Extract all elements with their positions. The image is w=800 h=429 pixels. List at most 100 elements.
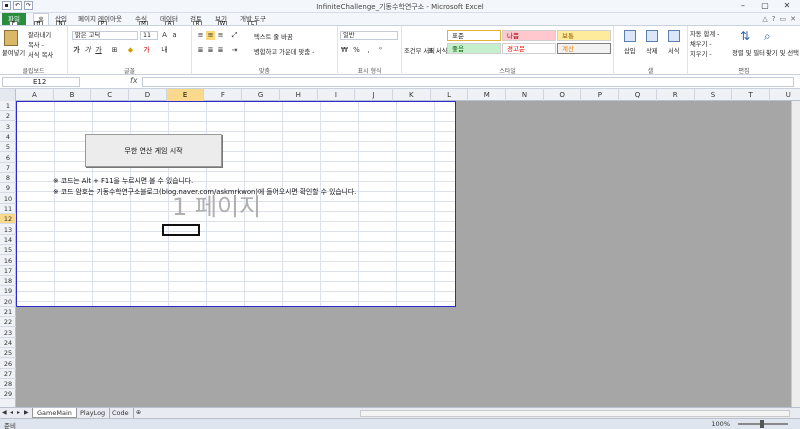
column-header-m[interactable]: M [468, 89, 507, 101]
row-header-7[interactable]: 7 [0, 163, 16, 173]
sheet-tab-gamemain[interactable]: GameMain [32, 408, 77, 418]
font-size-select[interactable]: 11 [140, 31, 158, 40]
select-all-corner[interactable] [0, 89, 16, 101]
align-right-icon[interactable]: ≣ [216, 46, 225, 55]
bold-icon[interactable]: 가 [72, 46, 81, 55]
row-header-25[interactable]: 25 [0, 348, 16, 359]
format-painter-button[interactable]: 서식 복사 [28, 50, 53, 59]
find-select-button[interactable]: 찾기 및 선택 - [766, 48, 800, 57]
paste-icon[interactable] [4, 30, 18, 46]
grow-font-icon[interactable]: A [160, 31, 169, 40]
align-top-icon[interactable]: ≡ [196, 31, 205, 40]
maximize-icon[interactable]: ▢ [754, 0, 776, 12]
column-header-a[interactable]: A [16, 89, 54, 101]
next-sheet-icon[interactable]: ▸ [17, 409, 20, 416]
number-format-select[interactable]: 일반 [340, 31, 398, 40]
row-header-21[interactable]: 21 [0, 307, 16, 317]
merge-center-button[interactable]: 병합하고 가운데 맞춤 - [254, 47, 314, 56]
column-header-h[interactable]: H [280, 89, 318, 101]
column-header-k[interactable]: K [393, 89, 431, 101]
close-icon[interactable]: ✕ [776, 0, 798, 12]
ribbon-restore-icon[interactable]: ▭ [780, 15, 787, 23]
column-header-t[interactable]: T [732, 89, 770, 101]
border-icon[interactable]: ⊞ [110, 46, 119, 55]
row-header-9[interactable]: 9 [0, 183, 16, 194]
column-header-s[interactable]: S [695, 89, 733, 101]
align-bottom-icon[interactable]: ≡ [216, 31, 225, 40]
row-header-19[interactable]: 19 [0, 286, 16, 297]
indent-icon[interactable]: ⇥ [230, 46, 239, 55]
row-header-6[interactable]: 6 [0, 153, 16, 163]
first-sheet-icon[interactable]: ◀ [2, 409, 7, 416]
formula-input[interactable] [142, 77, 794, 87]
row-header-16[interactable]: 16 [0, 256, 16, 266]
print-area[interactable]: 무한 연산 게임 시작 ※ 코드는 Alt + F11을 누르시면 볼 수 있습… [16, 101, 456, 307]
column-header-l[interactable]: L [431, 89, 469, 101]
row-header-1[interactable]: 1 [0, 101, 16, 111]
column-header-u[interactable]: U [770, 89, 800, 101]
minimize-icon[interactable]: – [732, 0, 754, 12]
row-header-22[interactable]: 22 [0, 317, 16, 328]
column-header-n[interactable]: N [506, 89, 544, 101]
row-header-20[interactable]: 20 [0, 297, 16, 307]
worksheet[interactable]: ABCDEFGHIJKLMNOPQRSTU 1 2 3 4 5 6 7 8 9 10 11 12 13 1… [0, 89, 800, 407]
row-header-3[interactable]: 3 [0, 122, 16, 132]
column-header-r[interactable]: R [657, 89, 695, 101]
sheet-tab-code[interactable]: Code [108, 408, 134, 418]
align-center-icon[interactable]: ≣ [206, 46, 215, 55]
ribbon-close-icon[interactable]: ✕ [790, 15, 796, 23]
row-header-27[interactable]: 27 [0, 369, 16, 379]
column-header-g[interactable]: G [242, 89, 280, 101]
clear-button[interactable]: 지우기 - [690, 49, 712, 58]
style-good[interactable]: 좋음 [447, 43, 501, 54]
italic-icon[interactable]: 가 [83, 46, 92, 55]
column-header-j[interactable]: J [355, 89, 393, 101]
zoom-slider-knob[interactable] [760, 420, 764, 428]
row-header-8[interactable]: 8 [0, 173, 16, 184]
help-icon[interactable]: ? [772, 15, 776, 23]
column-header-e[interactable]: E [166, 89, 205, 101]
row-header-10[interactable]: 10 [0, 194, 16, 204]
column-header-o[interactable]: O [544, 89, 582, 101]
selected-cell[interactable] [162, 224, 200, 236]
underline-icon[interactable]: 가 [94, 46, 103, 55]
zoom-slider[interactable] [738, 420, 788, 428]
column-header-b[interactable]: B [54, 89, 92, 101]
row-header-17[interactable]: 17 [0, 266, 16, 276]
row-header-29[interactable]: 29 [0, 389, 16, 400]
comma-icon[interactable]: , [364, 46, 373, 55]
column-header-f[interactable]: F [205, 89, 243, 101]
style-normal[interactable]: 표준 [447, 30, 501, 41]
font-name-select[interactable]: 맑은 고딕 [72, 31, 138, 40]
cut-button[interactable]: 잘라내기 [28, 30, 51, 39]
column-header-q[interactable]: Q [619, 89, 657, 101]
wrap-text-button[interactable]: 텍스트 줄 바꿈 [254, 32, 293, 41]
row-header-2[interactable]: 2 [0, 111, 16, 122]
insert-cells-icon[interactable] [624, 30, 636, 42]
row-header-4[interactable]: 4 [0, 132, 16, 142]
autosum-button[interactable]: 자동 합계 - [690, 29, 719, 38]
row-header-5[interactable]: 5 [0, 142, 16, 153]
row-header-13[interactable]: 13 [0, 225, 16, 235]
orientation-icon[interactable]: ⤢ [230, 31, 239, 40]
column-header-i[interactable]: I [318, 89, 356, 101]
fill-button[interactable]: 채우기 - [690, 39, 712, 48]
new-sheet-icon[interactable]: ⊕ [136, 409, 141, 416]
paste-button[interactable]: 붙여넣기 [2, 48, 25, 57]
shrink-font-icon[interactable]: a [170, 31, 179, 40]
row-header-24[interactable]: 24 [0, 338, 16, 348]
row-header-15[interactable]: 15 [0, 245, 16, 256]
delete-cells-icon[interactable] [646, 30, 658, 42]
horizontal-scrollbar[interactable] [360, 410, 790, 417]
style-calculation[interactable]: 계산 [557, 43, 611, 54]
align-middle-icon[interactable]: ≡ [206, 31, 215, 40]
zoom-level[interactable]: 100% [711, 420, 730, 428]
prev-sheet-icon[interactable]: ◂ [10, 409, 13, 416]
currency-icon[interactable]: ₩ [340, 46, 349, 55]
insert-function-icon[interactable]: fx [130, 76, 138, 85]
row-header-26[interactable]: 26 [0, 359, 16, 369]
row-header-12[interactable]: 12 [0, 214, 16, 225]
style-warning[interactable]: 경고문 [502, 43, 556, 54]
row-header-18[interactable]: 18 [0, 276, 16, 287]
format-cells-icon[interactable] [668, 30, 680, 42]
